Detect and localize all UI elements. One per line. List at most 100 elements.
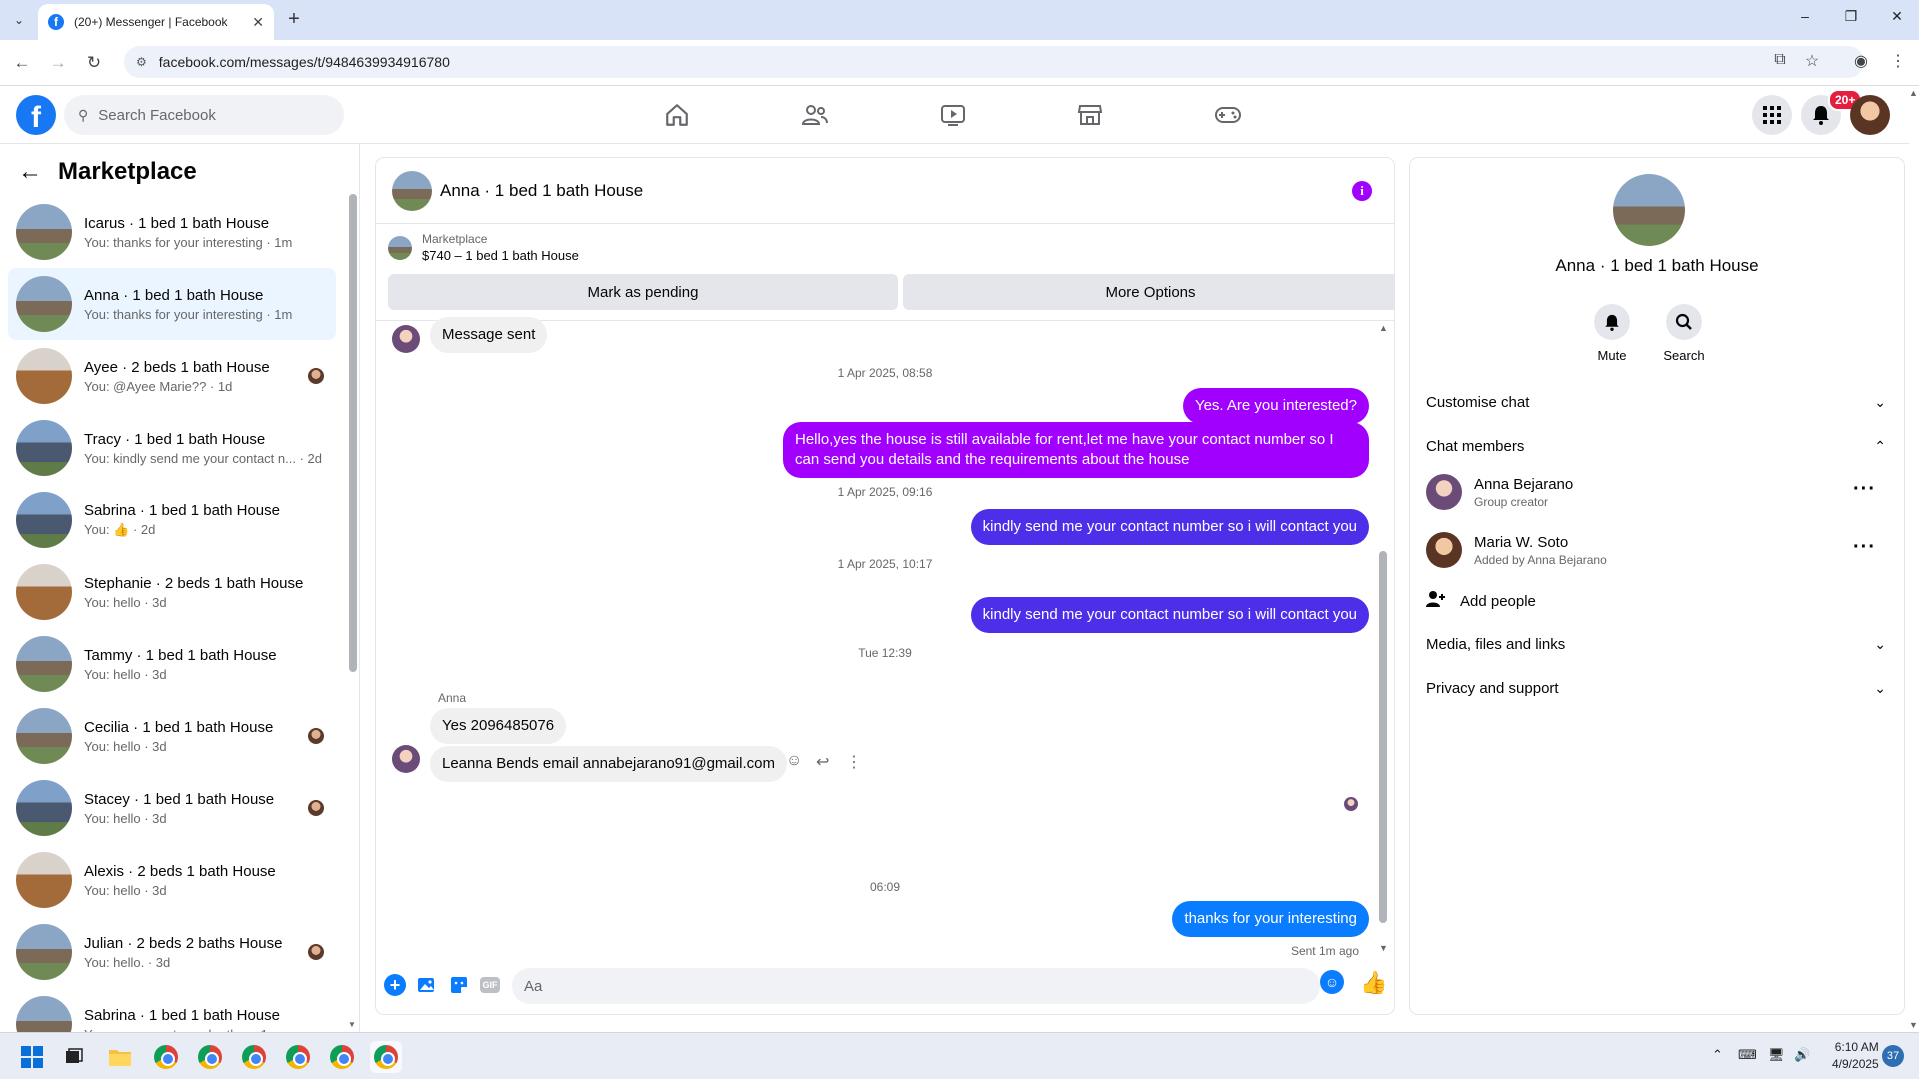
message-bubble-outgoing[interactable]: Hello,yes the house is still available f… <box>783 422 1369 478</box>
chat-member[interactable]: Anna Bejarano Group creator ··· <box>1426 464 1886 520</box>
search-facebook-input[interactable]: ⚲ Search Facebook <box>64 95 344 135</box>
conversation-preview: You: thanks for your interesting · 1m <box>84 234 293 250</box>
chrome-taskbar-icon[interactable] <box>282 1041 314 1073</box>
profile-icon[interactable]: ◉ <box>1849 51 1873 71</box>
privacy-support-row[interactable]: Privacy and support ⌄ <box>1426 666 1886 710</box>
conversation-item[interactable]: Stephanie · 2 beds 1 bath House You: hell… <box>8 556 336 628</box>
forward-icon[interactable]: → <box>46 51 70 75</box>
message-bubble-outgoing[interactable]: kindly send me your contact number so i … <box>970 597 1369 633</box>
task-view-icon[interactable] <box>58 1041 90 1073</box>
listing-photo[interactable] <box>1613 174 1685 246</box>
conversation-item[interactable]: Stacey · 1 bed 1 bath House You: hello · … <box>8 772 336 844</box>
page-scroll-down-icon[interactable]: ▼ <box>1909 1020 1918 1030</box>
conversation-item[interactable]: Tammy · 1 bed 1 bath House You: hello · 3… <box>8 628 336 700</box>
new-tab-icon[interactable]: + <box>282 8 306 31</box>
facebook-logo-icon[interactable]: f <box>16 95 56 135</box>
restore-icon[interactable]: ❐ <box>1841 8 1861 25</box>
windows-start-icon[interactable] <box>16 1041 48 1073</box>
message-bubble-incoming[interactable]: Message sent <box>430 317 548 353</box>
minimize-icon[interactable]: – <box>1795 8 1815 24</box>
anna-avatar[interactable] <box>392 745 420 773</box>
chat-members-row[interactable]: Chat members ⌃ <box>1426 424 1886 468</box>
media-files-row[interactable]: Media, files and links ⌄ <box>1426 622 1886 666</box>
member-more-icon[interactable]: ··· <box>1853 536 1876 559</box>
chat-scroll-down-icon[interactable]: ▼ <box>1379 943 1388 953</box>
bell-icon <box>1594 304 1630 340</box>
mark-as-pending-button[interactable]: Mark as pending <box>388 274 898 310</box>
reload-icon[interactable]: ↻ <box>82 51 106 75</box>
more-actions-plus-icon[interactable]: + <box>384 974 406 996</box>
tray-overflow-icon[interactable]: ⌃ <box>1712 1047 1723 1063</box>
system-clock[interactable]: 6:10 AM 4/9/2025 <box>1832 1039 1879 1073</box>
account-avatar[interactable] <box>1850 95 1890 135</box>
page-scroll-up-icon[interactable]: ▲ <box>1909 88 1918 98</box>
search-conversation-button[interactable]: Search <box>1654 304 1714 363</box>
tab-close-icon[interactable]: ✕ <box>252 14 264 31</box>
message-bubble-incoming[interactable]: Yes 2096485076 <box>430 708 567 744</box>
sidebar-scroll-down-icon[interactable]: ▼ <box>348 1020 356 1029</box>
emoji-icon[interactable]: ☺ <box>1320 970 1344 994</box>
url-field[interactable]: ⚙ facebook.com/messages/t/94846399349167… <box>124 46 1864 78</box>
conversation-item[interactable]: Alexis · 2 beds 1 bath House You: hello ·… <box>8 844 336 916</box>
conversation-item[interactable]: Cecilia · 1 bed 1 bath House You: hello ·… <box>8 700 336 772</box>
chat-scrollbar[interactable] <box>1379 551 1387 923</box>
volume-icon[interactable]: 🔊 <box>1794 1047 1810 1063</box>
home-icon[interactable] <box>662 100 692 130</box>
message-bubble-outgoing[interactable]: Yes. Are you interested? <box>1182 388 1369 424</box>
chat-listing-thumbnail[interactable] <box>392 170 432 211</box>
browser-menu-icon[interactable]: ⋮ <box>1886 51 1910 71</box>
sticker-icon[interactable] <box>448 974 470 996</box>
video-icon[interactable] <box>938 100 968 130</box>
file-explorer-icon[interactable] <box>104 1041 136 1073</box>
listing-summary[interactable]: Marketplace $740 – 1 bed 1 bath House <box>388 232 579 263</box>
member-more-icon[interactable]: ··· <box>1853 478 1876 501</box>
back-arrow-icon[interactable]: ← <box>18 158 42 186</box>
reply-icon[interactable]: ↩ <box>816 752 829 772</box>
message-more-icon[interactable]: ⋮ <box>846 752 862 772</box>
friends-icon[interactable] <box>800 100 830 130</box>
message-bubble-incoming[interactable]: Leanna Bends email annabejarano91@gmail.… <box>430 746 787 782</box>
react-emoji-icon[interactable]: ☺ <box>786 752 802 770</box>
gaming-icon[interactable] <box>1213 100 1243 130</box>
thumbs-up-like-icon[interactable]: 👍 <box>1360 970 1387 996</box>
keyboard-icon[interactable]: ⌨ <box>1738 1047 1757 1063</box>
chrome-taskbar-icon[interactable] <box>326 1041 358 1073</box>
add-people-button[interactable]: Add people <box>1426 590 1536 613</box>
info-icon[interactable]: i <box>1352 181 1372 201</box>
close-window-icon[interactable]: ✕ <box>1887 8 1907 25</box>
chrome-taskbar-icon-active[interactable] <box>370 1041 402 1073</box>
menu-grid-icon[interactable] <box>1752 95 1792 135</box>
conversation-item[interactable]: Sabrina · 1 bed 1 bath House You: 👍 · 2d <box>8 484 336 556</box>
gif-icon[interactable]: GIF <box>480 977 500 993</box>
chat-scroll-up-icon[interactable]: ▲ <box>1379 323 1388 333</box>
media-files-label: Media, files and links <box>1426 635 1566 653</box>
browser-tab[interactable]: f (20+) Messenger | Facebook ✕ <box>38 4 274 40</box>
conversation-item[interactable]: Tracy · 1 bed 1 bath House You: kindly se… <box>8 412 336 484</box>
attach-photo-icon[interactable] <box>416 974 438 996</box>
network-icon[interactable]: 🖥 <box>1768 1047 1785 1063</box>
mute-button[interactable]: Mute <box>1582 304 1642 363</box>
conversation-item[interactable]: Icarus · 1 bed 1 bath House You: thanks f… <box>8 196 336 268</box>
install-app-icon[interactable]: ⧉ <box>1768 51 1792 69</box>
site-info-icon[interactable]: ⚙ <box>136 55 147 69</box>
marketplace-icon[interactable] <box>1075 100 1105 130</box>
chat-member[interactable]: Maria W. Soto Added by Anna Bejarano ··· <box>1426 522 1886 578</box>
notification-count-badge[interactable]: 37 <box>1882 1045 1904 1067</box>
bookmark-star-icon[interactable]: ☆ <box>1800 51 1824 71</box>
chrome-taskbar-icon[interactable] <box>150 1041 182 1073</box>
sidebar-scrollbar[interactable] <box>349 194 357 672</box>
chrome-taskbar-icon[interactable] <box>238 1041 270 1073</box>
conversation-item[interactable]: Anna · 1 bed 1 bath House You: thanks for… <box>8 268 336 340</box>
chrome-taskbar-icon[interactable] <box>194 1041 226 1073</box>
tab-search-icon[interactable]: ⌄ <box>8 9 30 31</box>
message-input[interactable]: Aa <box>512 968 1320 1004</box>
chat-title[interactable]: Anna · 1 bed 1 bath House <box>440 181 643 201</box>
customise-chat-row[interactable]: Customise chat ⌄ <box>1426 380 1886 424</box>
anna-avatar[interactable] <box>392 325 420 353</box>
conversation-item[interactable]: Ayee · 2 beds 1 bath House You: @Ayee Mar… <box>8 340 336 412</box>
back-icon[interactable]: ← <box>10 51 34 75</box>
message-bubble-outgoing[interactable]: thanks for your interesting <box>1172 901 1369 937</box>
more-options-button[interactable]: More Options <box>903 274 1394 310</box>
conversation-item[interactable]: Julian · 2 beds 2 baths House You: hello.… <box>8 916 336 988</box>
message-bubble-outgoing[interactable]: kindly send me your contact number so i … <box>970 509 1369 545</box>
